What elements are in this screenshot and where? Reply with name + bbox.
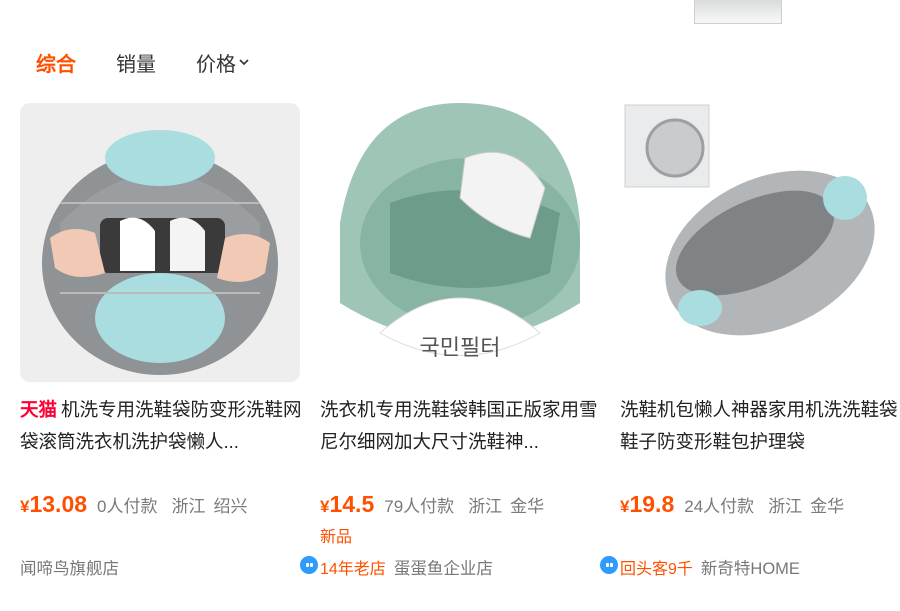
sales-count: 0人付款 xyxy=(97,497,158,516)
wangwang-chat-icon[interactable] xyxy=(600,556,618,574)
wangwang-chat-icon[interactable] xyxy=(300,556,318,574)
sort-tab-label: 综合 xyxy=(36,53,76,76)
sort-tab-sales[interactable]: 销量 xyxy=(116,48,156,77)
product-title-text: 洗鞋机包懒人神器家用机洗洗鞋袋 鞋子防变形鞋包护理袋 xyxy=(620,399,898,452)
location-city: 金华 xyxy=(810,497,845,516)
product-image[interactable]: 국민필터 xyxy=(320,103,600,382)
shop-name[interactable]: 蛋蛋鱼企业店 xyxy=(394,555,493,579)
shop-name[interactable]: 闻啼鸟旗舰店 xyxy=(20,555,119,579)
sales-count: 24人付款 xyxy=(684,497,755,516)
price-value: 13.08 xyxy=(29,491,88,517)
product-card[interactable]: 국민필터 洗衣机专用洗鞋袋韩国正版家用雪尼尔细网加大尺寸洗鞋神... ¥14.5… xyxy=(320,103,618,578)
location-province: 浙江 xyxy=(768,497,803,516)
product-price: ¥14.5 xyxy=(320,491,374,518)
sort-tab-label: 价格 xyxy=(196,53,236,76)
product-title-text: 洗衣机专用洗鞋袋韩国正版家用雪尼尔细网加大尺寸洗鞋神... xyxy=(320,399,598,452)
shop-row: 闻啼鸟旗舰店 xyxy=(20,555,318,579)
product-price: ¥13.08 xyxy=(20,491,87,518)
chevron-down-icon xyxy=(239,59,249,66)
image-brand-text: 국민필터 xyxy=(420,335,501,360)
shop-name[interactable]: 新奇特HOME xyxy=(701,555,800,579)
product-card[interactable]: 洗鞋机包懒人神器家用机洗洗鞋袋 鞋子防变形鞋包护理袋 ¥19.8 24人付款 浙… xyxy=(620,103,900,578)
repeat-buyers-tag: 回头客9千 xyxy=(620,561,693,578)
sales-count: 79人付款 xyxy=(384,497,455,516)
price-value: 14.5 xyxy=(329,491,375,517)
sort-tab-price[interactable]: 价格 xyxy=(196,48,251,77)
location-province: 浙江 xyxy=(468,497,503,516)
product-card[interactable]: 天猫 机洗专用洗鞋袋防变形洗鞋网袋滚筒洗衣机洗护袋懒人... ¥13.08 0人付… xyxy=(20,103,318,578)
product-image[interactable] xyxy=(620,103,900,382)
price-row: ¥13.08 0人付款 浙江 绍兴 xyxy=(20,491,262,518)
new-product-tag: 新品 xyxy=(320,529,353,546)
store-age-tag: 14年老店 xyxy=(320,561,386,578)
sort-tab-comprehensive[interactable]: 综合 xyxy=(36,48,76,77)
product-image[interactable] xyxy=(20,103,300,382)
product-price: ¥19.8 xyxy=(620,491,674,518)
shop-row: 14年老店 蛋蛋鱼企业店 xyxy=(320,555,618,579)
location-city: 金华 xyxy=(510,497,545,516)
product-title[interactable]: 洗鞋机包懒人神器家用机洗洗鞋袋 鞋子防变形鞋包护理袋 xyxy=(620,394,900,458)
price-row: ¥14.5 79人付款 浙江 金华 xyxy=(320,491,558,518)
sort-bar: 综合 销量 价格 xyxy=(36,48,291,76)
product-title-text: 机洗专用洗鞋袋防变形洗鞋网袋滚筒洗衣机洗护袋懒人... xyxy=(20,399,302,452)
location-province: 浙江 xyxy=(171,497,206,516)
product-title[interactable]: 天猫 机洗专用洗鞋袋防变形洗鞋网袋滚筒洗衣机洗护袋懒人... xyxy=(20,394,302,458)
shop-row: 回头客9千 新奇特HOME xyxy=(620,555,900,579)
price-value: 19.8 xyxy=(629,491,675,517)
location-city: 绍兴 xyxy=(213,497,248,516)
sort-tab-label: 销量 xyxy=(116,53,156,76)
product-title[interactable]: 洗衣机专用洗鞋袋韩国正版家用雪尼尔细网加大尺寸洗鞋神... xyxy=(320,394,602,458)
tmall-badge: 天猫 xyxy=(20,399,58,420)
price-row: ¥19.8 24人付款 浙江 金华 xyxy=(620,491,858,518)
partial-product-thumbnail[interactable] xyxy=(694,0,782,24)
